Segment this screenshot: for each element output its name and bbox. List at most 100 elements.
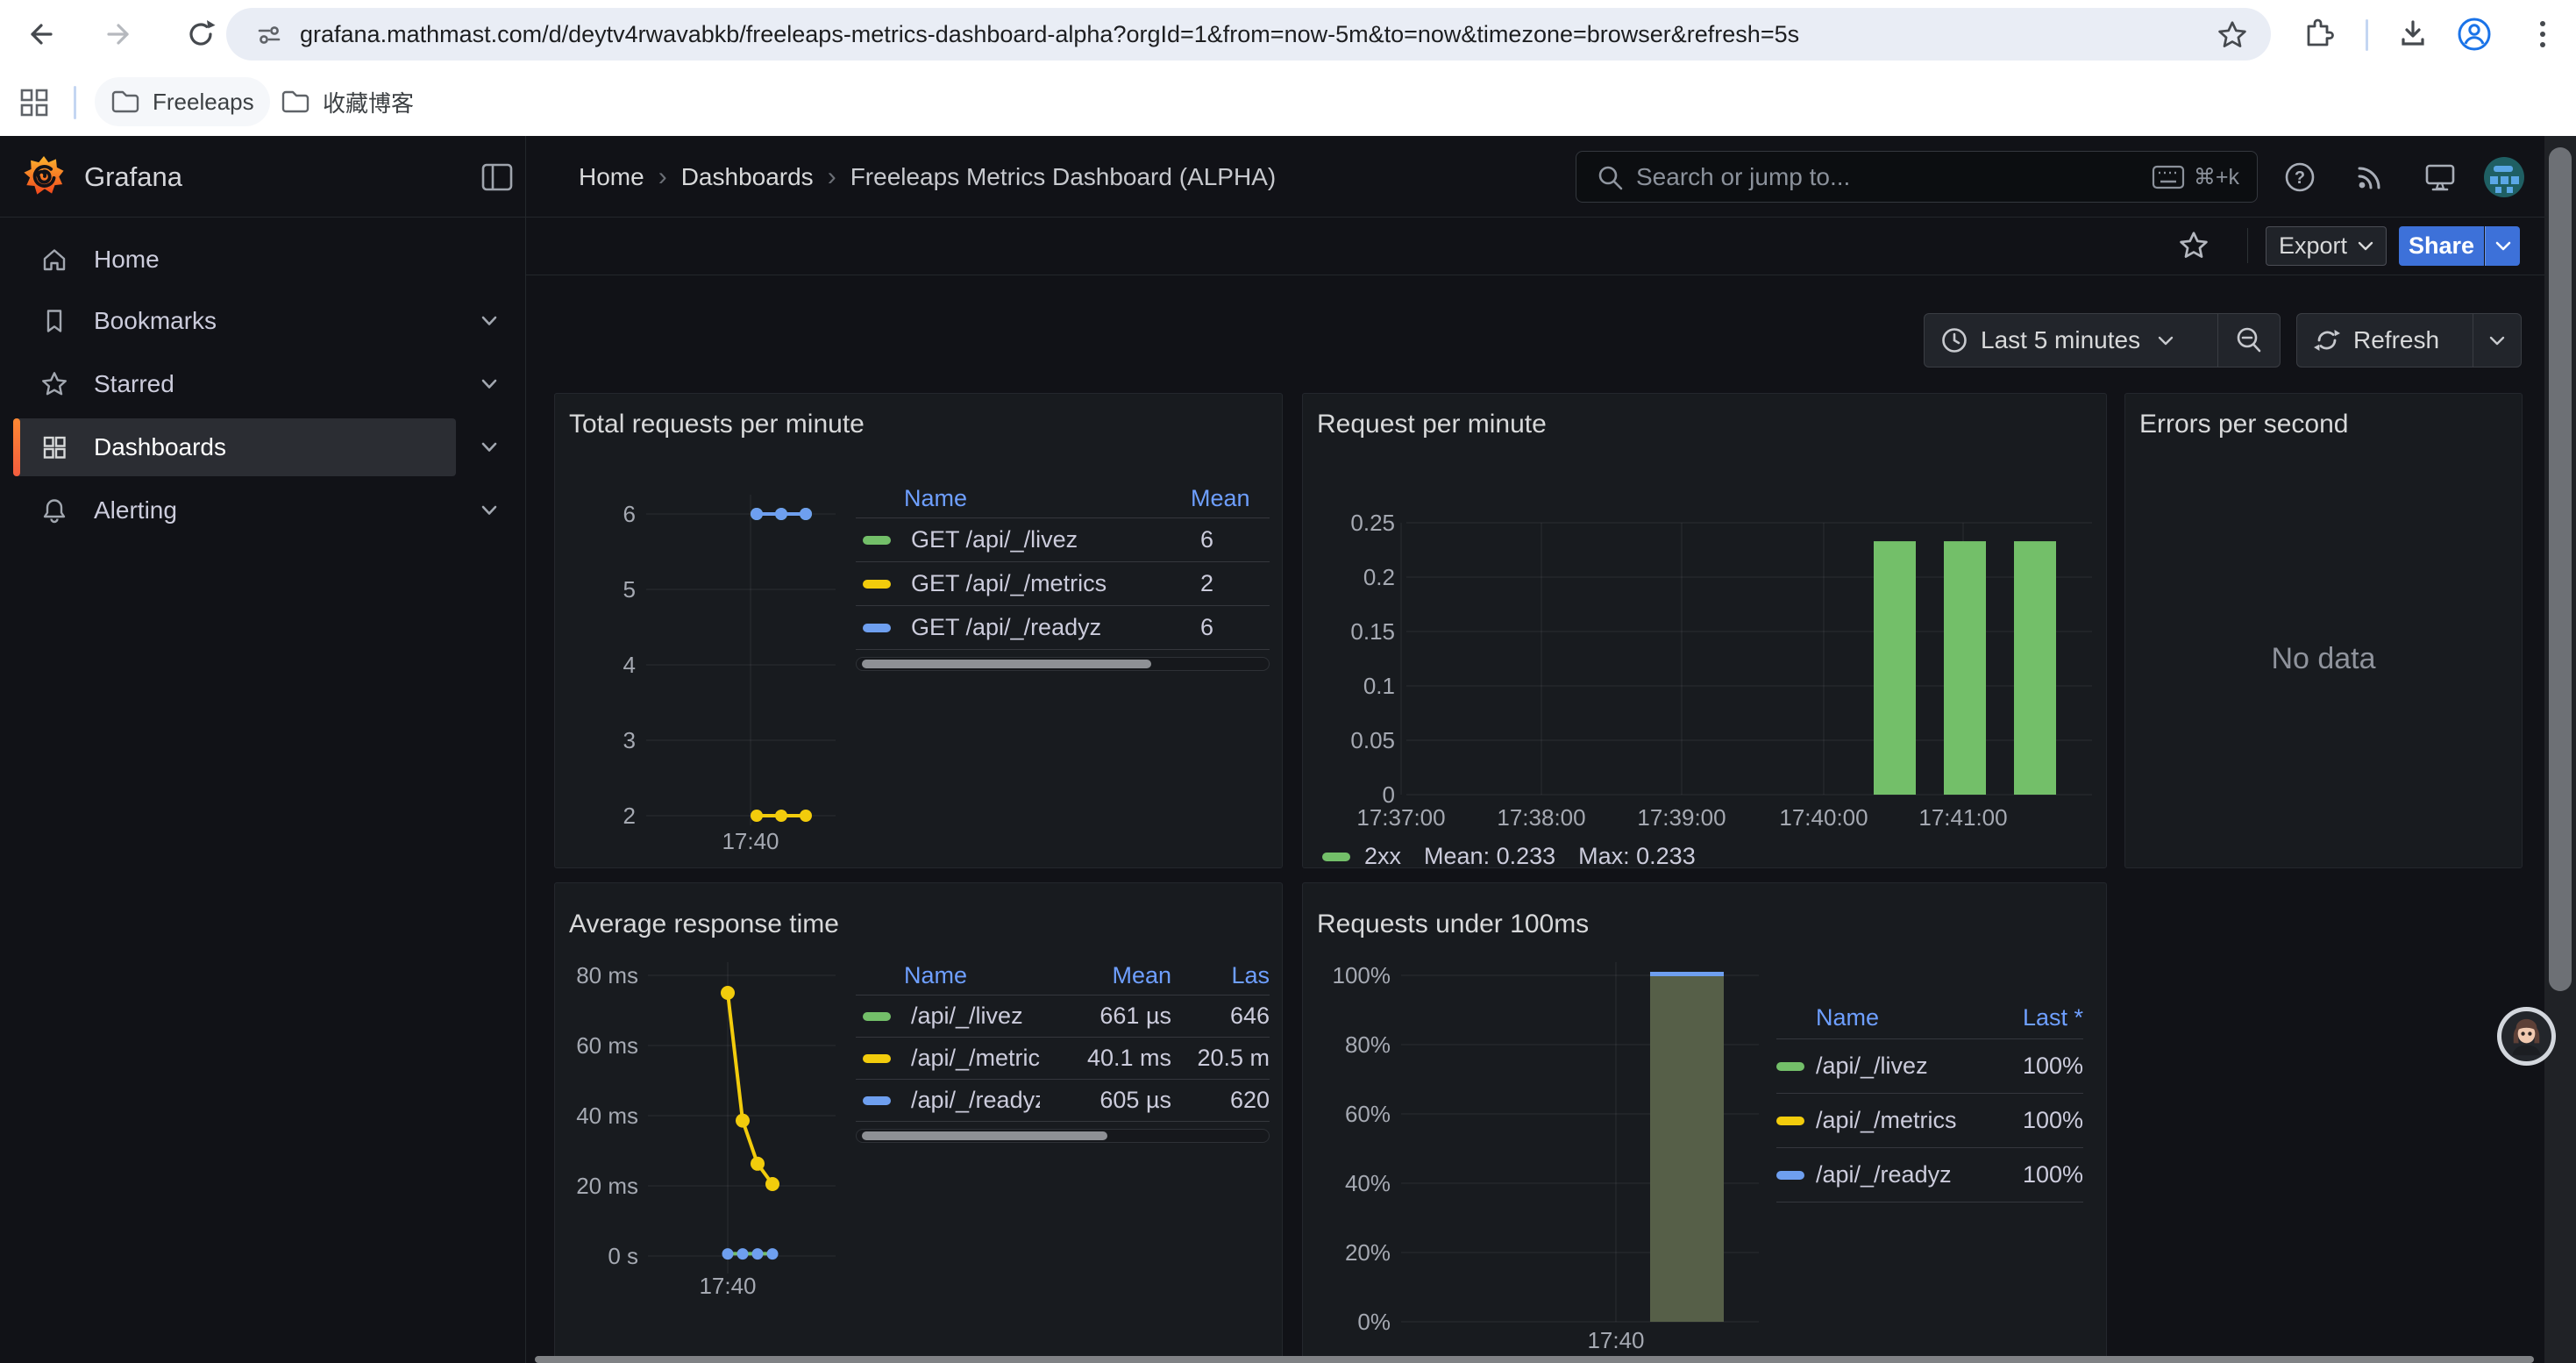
- series-mean: 40.1 ms: [1040, 1045, 1171, 1072]
- legend-row[interactable]: /api/_/livez 661 µs 646: [856, 995, 1270, 1038]
- share-menu-button[interactable]: [2485, 226, 2520, 266]
- star-icon: [39, 369, 69, 399]
- panel-errors-per-second: Errors per second No data: [2124, 393, 2523, 868]
- address-bar[interactable]: grafana.mathmast.com/d/deytv4rwavabkb/fr…: [226, 8, 2271, 61]
- legend-col-name[interactable]: Name: [1816, 1004, 1987, 1031]
- bookmark-star-icon[interactable]: [2215, 18, 2250, 53]
- svg-text:60 ms: 60 ms: [576, 1032, 638, 1059]
- svg-text:20 ms: 20 ms: [576, 1173, 638, 1199]
- legend-col-mean[interactable]: Mean: [1040, 962, 1171, 989]
- legend-col-last[interactable]: Last *: [1987, 1004, 2083, 1031]
- chevron-right-icon: ›: [814, 162, 850, 192]
- legend-col-name[interactable]: Name: [904, 485, 1191, 512]
- svg-text:0.05: 0.05: [1350, 727, 1395, 753]
- sidebar-item-label: Home: [94, 246, 160, 274]
- sidebar-item-bookmarks[interactable]: Bookmarks: [13, 292, 456, 350]
- screen: grafana.mathmast.com/d/deytv4rwavabkb/fr…: [0, 0, 2576, 1363]
- downloads-button[interactable]: [2394, 15, 2432, 54]
- reload-button[interactable]: [182, 16, 219, 53]
- svg-text:3: 3: [623, 727, 636, 753]
- grafana-app: Grafana Home › Dashboards › Freeleaps Me…: [0, 136, 2576, 1363]
- sidebar-toggle-button[interactable]: [479, 159, 516, 196]
- bookmark-folder-freeleaps[interactable]: Freeleaps: [95, 77, 270, 126]
- apps-grid-button[interactable]: [16, 84, 53, 121]
- chevron-down-icon: [2489, 335, 2505, 346]
- svg-text:60%: 60%: [1345, 1101, 1391, 1127]
- zoom-out-button[interactable]: [2218, 314, 2280, 367]
- assistant-avatar[interactable]: [2497, 1007, 2556, 1066]
- legend-row[interactable]: /api/_/metrics 100%: [1776, 1094, 2083, 1148]
- help-button[interactable]: ?: [2280, 157, 2320, 197]
- bookmark-folder-label: Freeleaps: [153, 89, 254, 116]
- series-name: /api/_/metrics: [911, 1045, 1040, 1072]
- svg-text:0.2: 0.2: [1363, 564, 1395, 590]
- page-vertical-scrollbar[interactable]: [2544, 136, 2576, 1363]
- forward-button[interactable]: [103, 18, 137, 51]
- browser-menu-button[interactable]: [2525, 15, 2560, 54]
- refresh-interval-button[interactable]: [2473, 314, 2521, 367]
- legend-row[interactable]: GET /api/_/livez 6: [856, 518, 1270, 562]
- export-button[interactable]: Export: [2266, 226, 2387, 266]
- legend-row[interactable]: GET /api/_/metrics 2: [856, 562, 1270, 606]
- svg-text:2: 2: [623, 803, 636, 829]
- series-last: 646: [1171, 1003, 1270, 1030]
- legend-scrollbar-thumb[interactable]: [862, 660, 1151, 668]
- legend-scrollbar[interactable]: [856, 657, 1270, 671]
- site-info-icon[interactable]: [258, 24, 281, 46]
- legend-table: Name Mean Las /api/_/livez 661 µs 646 /a…: [856, 957, 1270, 1143]
- legend-header: Name Mean Las: [856, 957, 1270, 995]
- bookmark-folder-blogs[interactable]: 收藏博客: [265, 77, 430, 126]
- vertical-scrollbar-thumb[interactable]: [2549, 147, 2572, 991]
- legend-scrollbar[interactable]: [856, 1129, 1270, 1143]
- search-placeholder: Search or jump to...: [1636, 163, 2152, 191]
- favorite-star-button[interactable]: [2174, 226, 2213, 265]
- series-color-pill: [1776, 1062, 1804, 1071]
- chevron-down-icon[interactable]: [480, 378, 498, 390]
- page-horizontal-scrollbar[interactable]: [535, 1356, 2534, 1363]
- refresh-button[interactable]: Refresh: [2297, 314, 2473, 367]
- share-button[interactable]: Share: [2399, 226, 2484, 266]
- user-avatar[interactable]: [2484, 157, 2524, 197]
- grafana-sidebar: Home Bookmarks Starred Dashboards Alerti: [0, 218, 526, 1363]
- legend-row[interactable]: /api/_/livez 100%: [1776, 1039, 2083, 1094]
- bell-icon: [39, 496, 69, 525]
- legend-header: Name Mean: [856, 480, 1270, 518]
- legend-row[interactable]: GET /api/_/readyz 6: [856, 606, 1270, 650]
- legend-row[interactable]: /api/_/readyz 605 µs 620: [856, 1080, 1270, 1122]
- grafana-logo-icon[interactable]: [23, 155, 65, 197]
- sidebar-item-label: Dashboards: [94, 433, 226, 461]
- extensions-button[interactable]: [2299, 15, 2338, 54]
- profile-button[interactable]: [2455, 15, 2494, 54]
- legend-row[interactable]: /api/_/readyz 100%: [1776, 1148, 2083, 1202]
- panel-requests-under-100ms: Requests under 100ms 100%80%60%40%20%0%1…: [1302, 882, 2107, 1363]
- dashboard-actions-row: Export Share: [526, 218, 2576, 275]
- legend-col-name[interactable]: Name: [904, 962, 1040, 989]
- news-button[interactable]: [2350, 157, 2390, 197]
- display-button[interactable]: [2420, 157, 2460, 197]
- time-range-picker[interactable]: Last 5 minutes: [1925, 314, 2217, 367]
- svg-text:20%: 20%: [1345, 1239, 1391, 1266]
- breadcrumb-page: Freeleaps Metrics Dashboard (ALPHA): [850, 163, 1277, 191]
- legend-item-2xx[interactable]: 2xx: [1322, 843, 1401, 870]
- series-color-pill: [1322, 853, 1350, 861]
- forward-icon: [104, 18, 136, 50]
- chevron-down-icon[interactable]: [480, 441, 498, 453]
- bookmarks-separator: [74, 86, 76, 119]
- breadcrumb-home[interactable]: Home: [579, 163, 644, 191]
- chevron-down-icon[interactable]: [480, 504, 498, 517]
- chevron-down-icon[interactable]: [480, 315, 498, 327]
- series-name: /api/_/readyz: [911, 1087, 1040, 1114]
- search-input[interactable]: Search or jump to... ⌘+k: [1576, 151, 2258, 203]
- series-color-pill: [1776, 1171, 1804, 1180]
- sidebar-item-dashboards[interactable]: Dashboards: [13, 418, 456, 476]
- sidebar-item-home[interactable]: Home: [13, 231, 456, 289]
- legend-row[interactable]: /api/_/metrics 40.1 ms 20.5 m: [856, 1038, 1270, 1080]
- legend-col-last[interactable]: Las: [1171, 962, 1270, 989]
- sidebar-item-starred[interactable]: Starred: [13, 355, 456, 413]
- legend-scrollbar-thumb[interactable]: [862, 1131, 1107, 1140]
- legend-col-mean[interactable]: Mean: [1191, 485, 1270, 512]
- svg-text:6: 6: [623, 501, 636, 527]
- sidebar-item-alerting[interactable]: Alerting: [13, 482, 456, 539]
- breadcrumb-dashboards[interactable]: Dashboards: [681, 163, 814, 191]
- back-button[interactable]: [23, 18, 56, 51]
